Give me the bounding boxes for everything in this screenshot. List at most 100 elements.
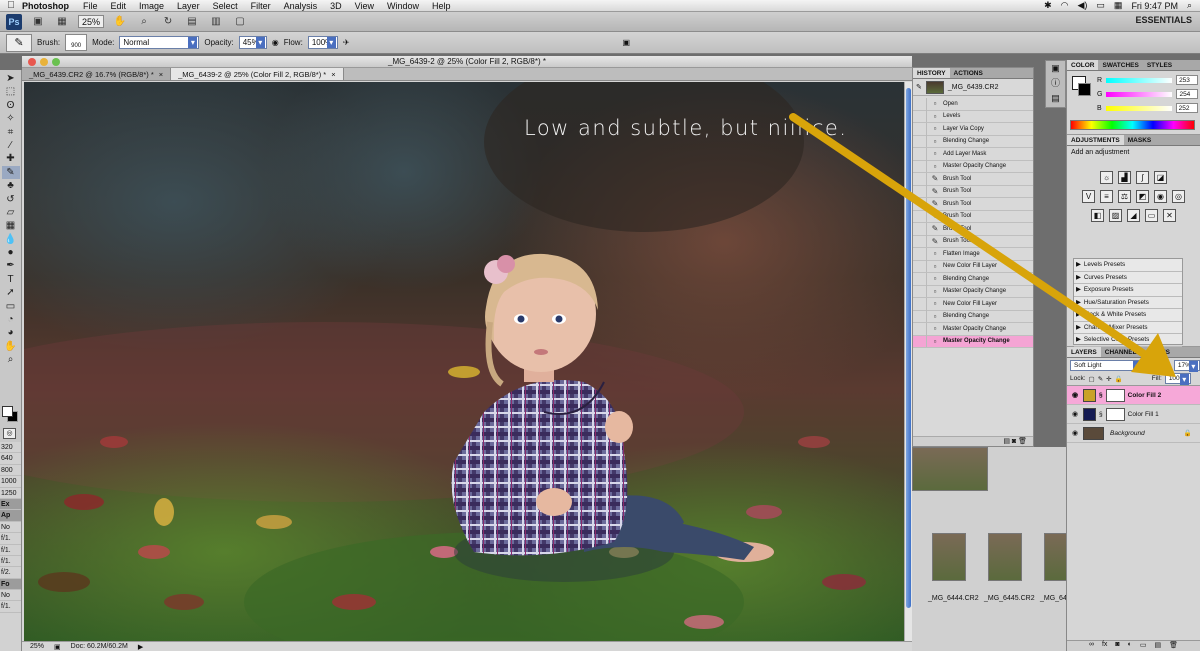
history-source-checkbox[interactable] xyxy=(913,310,927,323)
move-tool-icon[interactable]: ➤ xyxy=(2,72,20,85)
new-document-icon[interactable]: ▤ xyxy=(1003,438,1010,445)
wifi-icon[interactable]: ◠ xyxy=(1061,0,1069,11)
history-item[interactable]: ▫ Master Opacity Change xyxy=(913,322,1033,336)
tab-channels[interactable]: CHANNELS xyxy=(1101,347,1145,357)
red-slider[interactable] xyxy=(1106,77,1173,83)
arrange-documents-icon[interactable]: ▥ xyxy=(208,15,224,29)
selective-color-icon[interactable]: ✕ xyxy=(1163,209,1176,222)
history-source-checkbox[interactable] xyxy=(913,197,927,210)
preset-curves[interactable]: ▶ Curves Presets xyxy=(1074,272,1182,284)
history-item[interactable]: ▫ Blending Change xyxy=(913,272,1033,286)
new-adjustment-icon[interactable]: ◐ xyxy=(1128,641,1132,651)
history-item[interactable]: ▫ Open xyxy=(913,97,1033,111)
pressure-opacity-icon[interactable]: ◉ xyxy=(272,38,279,47)
history-source-checkbox[interactable] xyxy=(913,235,927,248)
history-item[interactable]: ▫ Add Layer Mask xyxy=(913,147,1033,161)
preset-hue-saturation[interactable]: ▶ Hue/Saturation Presets xyxy=(1074,297,1182,309)
invert-icon[interactable]: ◧ xyxy=(1091,209,1104,222)
history-source-checkbox[interactable] xyxy=(913,147,927,160)
zoom-window-icon[interactable] xyxy=(52,58,60,66)
menu-filter[interactable]: Filter xyxy=(251,1,271,11)
green-slider[interactable] xyxy=(1106,91,1173,97)
layer-opacity-field[interactable]: 17% xyxy=(1173,359,1200,372)
visibility-eye-icon[interactable]: ◉ xyxy=(1070,391,1080,399)
history-item[interactable]: ▫ Layer Via Copy xyxy=(913,122,1033,136)
zoom-tool-icon[interactable]: ⌕ xyxy=(2,353,20,366)
history-source-checkbox[interactable] xyxy=(913,222,927,235)
black-white-icon[interactable]: ◩ xyxy=(1136,190,1149,203)
crop-tool-icon[interactable]: ⌗ xyxy=(2,126,20,139)
green-value-field[interactable]: 254 xyxy=(1176,89,1199,99)
layer-mask-thumbnail[interactable] xyxy=(1105,407,1125,421)
status-menu-icon[interactable]: ▣ xyxy=(54,643,61,651)
filmstrip-thumb[interactable] xyxy=(988,533,1022,581)
tab-close-icon[interactable]: × xyxy=(159,68,163,80)
history-source-checkbox[interactable] xyxy=(913,185,927,198)
layer-mask-thumbnail[interactable] xyxy=(1105,388,1125,402)
left-panel-header[interactable]: Ap xyxy=(0,510,21,522)
blue-value-field[interactable]: 252 xyxy=(1175,103,1198,113)
hand-tool-icon[interactable]: ✋ xyxy=(2,340,20,353)
history-item[interactable]: ✎ Brush Tool xyxy=(913,235,1033,248)
history-source-checkbox[interactable] xyxy=(913,260,927,273)
blue-slider[interactable] xyxy=(1105,105,1172,111)
gradient-tool-icon[interactable]: ▦ xyxy=(2,219,20,232)
close-window-icon[interactable] xyxy=(28,58,36,66)
airbrush-icon[interactable]: ✈ xyxy=(343,38,350,47)
dodge-tool-icon[interactable]: ● xyxy=(2,246,20,259)
menu-view[interactable]: View xyxy=(355,1,374,11)
delete-layer-icon[interactable]: 🗑 xyxy=(1169,641,1178,651)
lock-pixels-icon[interactable]: ✎ xyxy=(1098,375,1103,383)
tab-paths[interactable]: PATHS xyxy=(1145,347,1174,357)
opacity-field[interactable]: 45% xyxy=(238,36,267,49)
layer-thumbnail[interactable] xyxy=(1083,426,1104,440)
foreground-color-swatch[interactable] xyxy=(2,406,13,417)
spotlight-icon[interactable]: ⌕ xyxy=(1187,0,1192,11)
tab-close-icon[interactable]: × xyxy=(331,68,335,80)
gradient-map-icon[interactable]: ▭ xyxy=(1145,209,1158,222)
status-zoom[interactable]: 25% xyxy=(30,643,44,650)
history-snapshot[interactable]: ✎ _MG_6439.CR2 xyxy=(913,79,1033,96)
volume-icon[interactable]: ◀) xyxy=(1077,0,1087,11)
type-tool-icon[interactable]: T xyxy=(2,273,20,286)
threshold-icon[interactable]: ◢ xyxy=(1127,209,1140,222)
new-group-icon[interactable]: ▭ xyxy=(1140,641,1147,651)
history-source-checkbox[interactable] xyxy=(913,272,927,285)
tab-color[interactable]: COLOR xyxy=(1067,60,1099,70)
info-panel-icon[interactable]: ⓘ xyxy=(1046,76,1065,91)
menu-window[interactable]: Window xyxy=(387,1,419,11)
history-item[interactable]: ▫ Levels xyxy=(913,110,1033,123)
menu-help[interactable]: Help xyxy=(432,1,451,11)
scrollbar-thumb[interactable] xyxy=(906,88,911,608)
menu-analysis[interactable]: Analysis xyxy=(284,1,318,11)
history-source-checkbox[interactable] xyxy=(913,297,927,310)
left-panel-header[interactable]: Ex xyxy=(0,498,21,511)
visibility-eye-icon[interactable]: ◉ xyxy=(1070,429,1080,437)
new-layer-icon[interactable]: ▤ xyxy=(1155,641,1162,651)
view-extras-icon[interactable]: ▦ xyxy=(54,15,70,29)
apple-icon[interactable]:  xyxy=(0,0,22,11)
tool-preset-picker[interactable]: ✎ xyxy=(6,33,32,52)
minimize-window-icon[interactable] xyxy=(40,58,48,66)
3d-rotate-tool-icon[interactable]: ◔ xyxy=(2,313,20,326)
bluetooth-icon[interactable]: ✱ xyxy=(1044,0,1052,11)
exposure-icon[interactable]: ◪ xyxy=(1154,171,1167,184)
history-source-checkbox[interactable] xyxy=(913,322,927,335)
posterize-icon[interactable]: ▨ xyxy=(1109,209,1122,222)
brightness-contrast-icon[interactable]: ☼ xyxy=(1100,171,1113,184)
visibility-eye-icon[interactable]: ◉ xyxy=(1070,410,1080,418)
history-item[interactable]: ✎ Brush Tool xyxy=(913,185,1033,198)
eyedropper-tool-icon[interactable]: ∕ xyxy=(2,139,20,152)
history-source-checkbox[interactable] xyxy=(913,247,927,260)
filmstrip-thumb[interactable] xyxy=(932,533,966,581)
menu-3d[interactable]: 3D xyxy=(330,1,342,11)
tab-mg6439-2[interactable]: _MG_6439-2 @ 25% (Color Fill 2, RGB/8*) … xyxy=(171,68,344,80)
lasso-tool-icon[interactable]: ʘ xyxy=(2,99,20,112)
history-item[interactable]: ✎ Brush Tool xyxy=(913,222,1033,236)
workspace-switcher[interactable]: ESSENTIALS xyxy=(1135,15,1192,25)
history-panel-icon[interactable]: ▣ xyxy=(1046,61,1065,76)
history-source-checkbox[interactable] xyxy=(913,97,927,110)
brush-preset-picker[interactable]: 900 xyxy=(65,34,88,51)
channel-mixer-icon[interactable]: ◎ xyxy=(1172,190,1185,203)
history-source-checkbox[interactable] xyxy=(913,210,927,223)
